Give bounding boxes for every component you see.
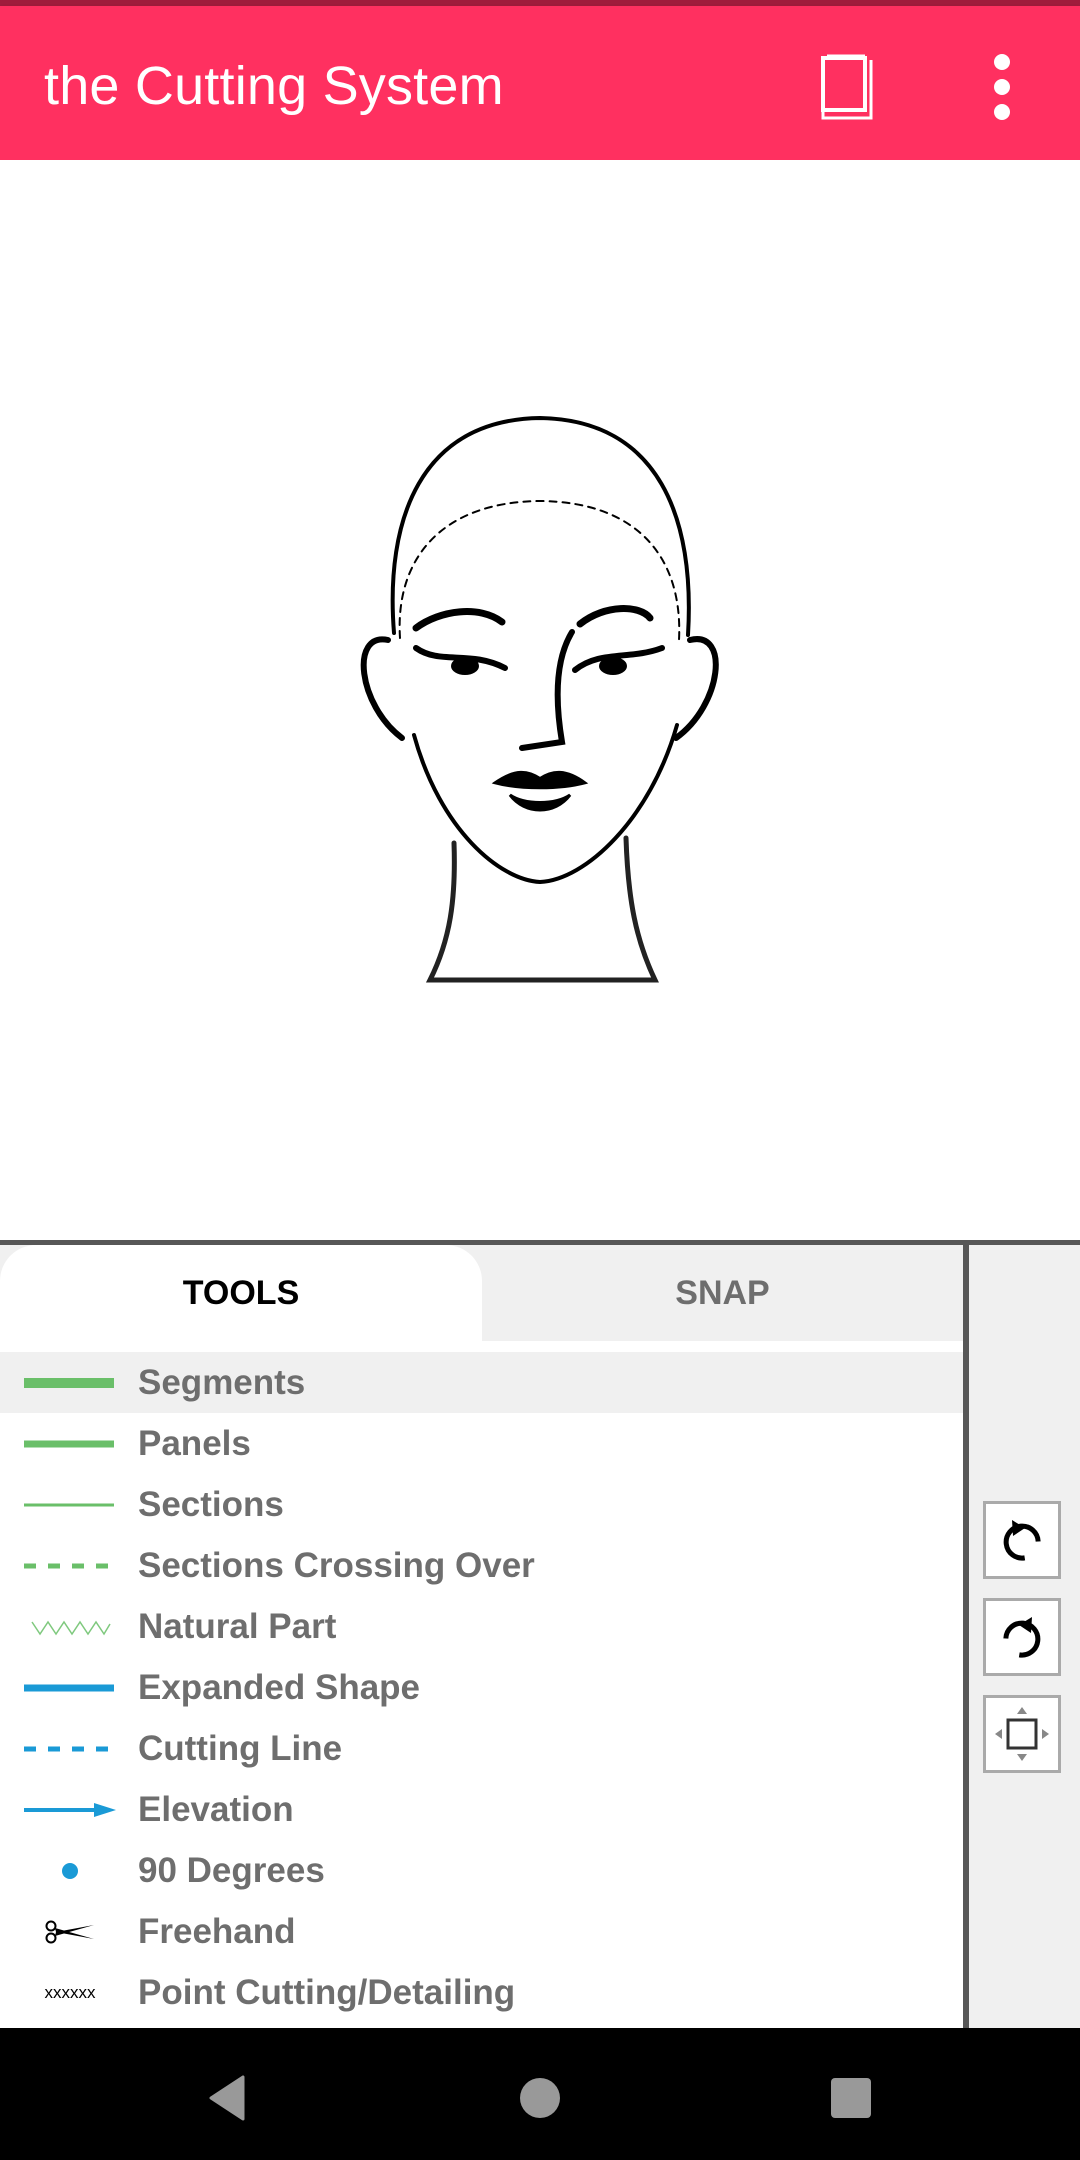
system-nav-bar [0, 2028, 1080, 2160]
xxxxxx-icon: xxxxxx [44, 1982, 96, 2002]
tool-panel: TOOLS SNAP Segments Panels Sections Sect… [0, 1245, 963, 2028]
tool-label: Sections [138, 1484, 284, 1524]
tab-snap[interactable]: SNAP [482, 1245, 963, 1341]
move-button[interactable] [983, 1695, 1061, 1773]
dashed-blue-line-icon [24, 1746, 114, 1751]
tab-tools[interactable]: TOOLS [0, 1245, 482, 1341]
tool-label: Panels [138, 1423, 251, 1463]
zigzag-green-line-icon [31, 1620, 111, 1635]
app-bar: the Cutting System [0, 6, 1080, 160]
tool-item-expanded-shape[interactable]: Expanded Shape [0, 1657, 963, 1718]
tool-item-elevation[interactable]: Elevation [0, 1779, 963, 1840]
tool-label: 90 Degrees [138, 1850, 325, 1890]
medium-green-line-icon [24, 1440, 114, 1447]
tool-item-sections[interactable]: Sections [0, 1474, 963, 1535]
redo-icon [1003, 1617, 1041, 1658]
undo-icon [1003, 1520, 1041, 1561]
more-vert-icon [994, 54, 1010, 120]
blue-dot-icon [62, 1862, 78, 1879]
thick-blue-line-icon [24, 1684, 114, 1691]
blue-arrow-icon [24, 1802, 116, 1817]
book-icon [821, 54, 873, 120]
overflow-menu-button[interactable] [972, 50, 1032, 124]
thin-green-line-icon [24, 1503, 114, 1506]
guide-button[interactable] [815, 50, 885, 124]
app-title: the Cutting System [44, 56, 504, 116]
tool-label: Expanded Shape [138, 1667, 421, 1707]
back-triangle-icon [209, 2075, 245, 2121]
nav-back-button[interactable] [188, 2058, 268, 2138]
tool-label: Natural Part [138, 1606, 337, 1646]
thick-green-line-icon [24, 1377, 114, 1388]
tool-label: Point Cutting/Detailing [138, 1972, 516, 2012]
side-toolbar [969, 1245, 1080, 2028]
tool-label: Freehand [138, 1911, 296, 1951]
tool-label: Segments [138, 1362, 306, 1402]
tool-list: Segments Panels Sections Sections Crossi… [0, 1352, 963, 2023]
tool-item-natural-part[interactable]: Natural Part [0, 1596, 963, 1657]
tool-item-sections-crossing-over[interactable]: Sections Crossing Over [0, 1535, 963, 1596]
move-icon [995, 1707, 1049, 1761]
tool-label: Elevation [138, 1789, 294, 1829]
redo-button[interactable] [983, 1598, 1061, 1676]
tab-bar: TOOLS SNAP [0, 1245, 963, 1341]
dashed-green-line-icon [24, 1563, 114, 1568]
tool-item-90-degrees[interactable]: 90 Degrees [0, 1840, 963, 1901]
nav-recents-button[interactable] [811, 2058, 891, 2138]
tool-label: Sections Crossing Over [138, 1545, 535, 1585]
tool-item-freehand[interactable]: Freehand [0, 1901, 963, 1962]
tool-item-segments[interactable]: Segments [0, 1352, 963, 1413]
head-drawing [360, 415, 719, 983]
home-circle-icon [520, 2078, 560, 2118]
tool-item-cutting-line[interactable]: Cutting Line [0, 1718, 963, 1779]
scissors-icon [45, 1920, 94, 1943]
tool-label: Cutting Line [138, 1728, 343, 1768]
drawing-canvas[interactable] [0, 160, 1080, 1240]
tool-item-point-cutting[interactable]: xxxxxx Point Cutting/Detailing [0, 1962, 963, 2023]
undo-button[interactable] [983, 1501, 1061, 1579]
recents-square-icon [831, 2078, 871, 2118]
nav-home-button[interactable] [500, 2058, 580, 2138]
tool-item-panels[interactable]: Panels [0, 1413, 963, 1474]
